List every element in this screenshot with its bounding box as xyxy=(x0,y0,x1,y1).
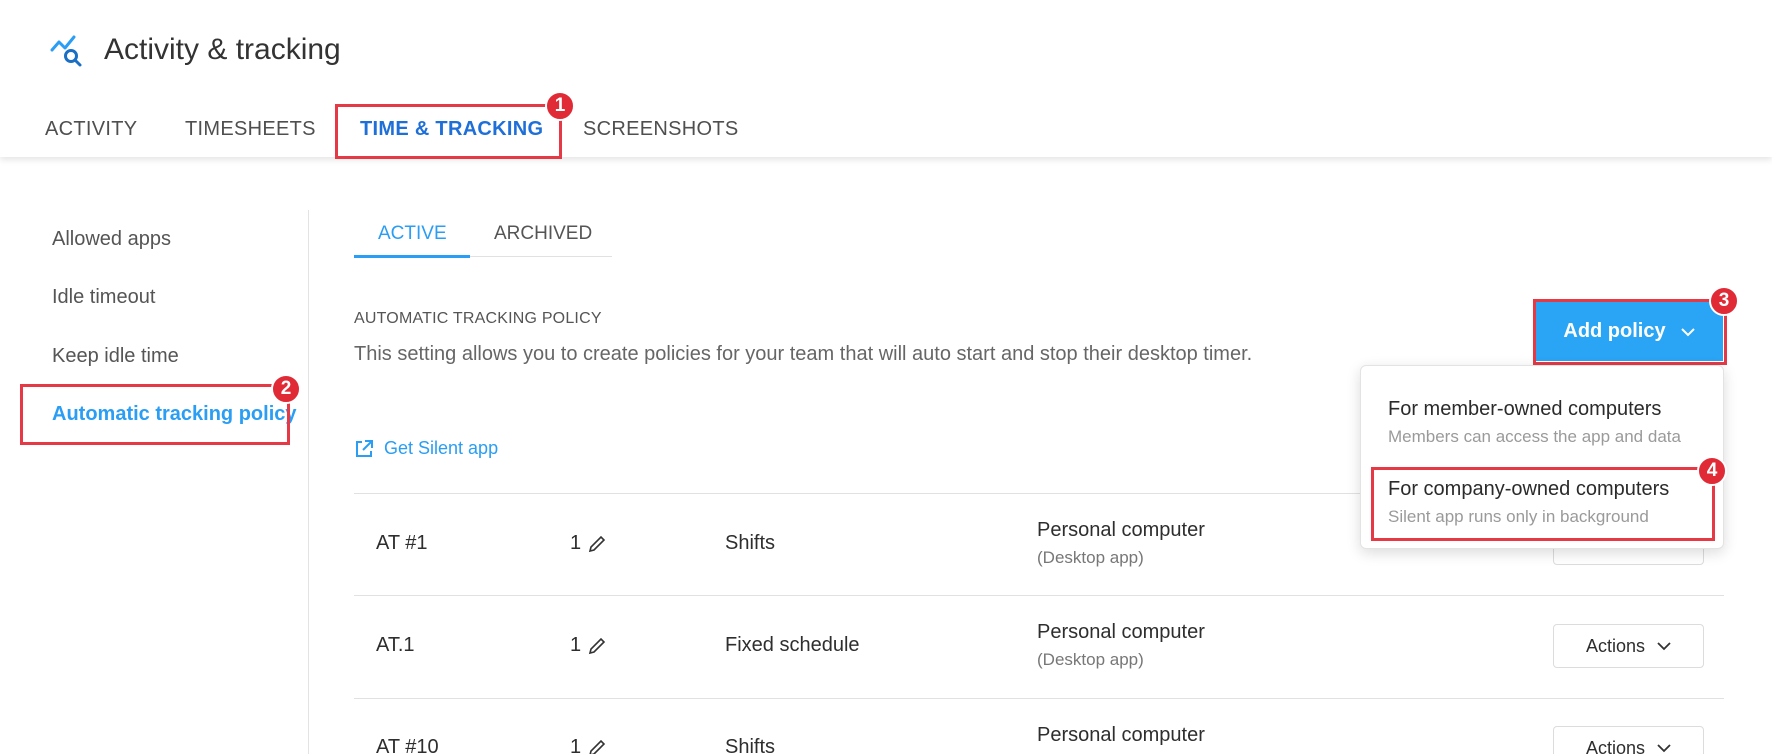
dropdown-item-subtitle: Silent app runs only in background xyxy=(1388,507,1649,526)
member-count-value: 1 xyxy=(570,532,582,554)
policy-name: AT #1 xyxy=(376,532,428,554)
member-count-value: 1 xyxy=(570,634,582,656)
section-description: This setting allows you to create polici… xyxy=(354,343,1253,365)
add-policy-button[interactable]: Add policy xyxy=(1536,302,1723,361)
get-silent-app-label: Get Silent app xyxy=(384,438,499,458)
sidebar-divider xyxy=(308,210,309,754)
page-title: Activity & tracking xyxy=(104,33,341,66)
tab-activity[interactable]: ACTIVITY xyxy=(45,118,137,141)
activity-search-icon xyxy=(50,35,82,67)
table-divider xyxy=(354,595,1724,596)
active-sub-tab-indicator xyxy=(354,255,470,258)
get-silent-app-link[interactable]: Get Silent app xyxy=(354,438,498,459)
dropdown-item-subtitle: Members can access the app and data xyxy=(1388,427,1681,446)
sidebar-item-automatic-tracking-policy[interactable]: Automatic tracking policy xyxy=(52,403,297,426)
sidebar-item-allowed-apps[interactable]: Allowed apps xyxy=(52,228,171,251)
add-policy-label: Add policy xyxy=(1563,320,1666,342)
policy-schedule: Fixed schedule xyxy=(725,634,860,656)
dropdown-item-company-owned[interactable]: For company-owned computers Silent app r… xyxy=(1388,478,1669,527)
policy-app: (Desktop app) xyxy=(1037,650,1144,669)
chevron-down-icon xyxy=(1680,327,1695,336)
table-divider xyxy=(354,698,1724,699)
pencil-icon[interactable] xyxy=(587,636,607,656)
member-count: 1 xyxy=(570,532,607,555)
annotation-badge-2: 2 xyxy=(271,374,301,404)
external-link-icon xyxy=(356,439,373,457)
pencil-icon[interactable] xyxy=(587,534,607,554)
sidebar-item-keep-idle-time[interactable]: Keep idle time xyxy=(52,345,179,368)
pencil-icon[interactable] xyxy=(587,738,607,754)
policy-app: (Desktop app) xyxy=(1037,548,1144,567)
policy-schedule: Shifts xyxy=(725,532,776,554)
member-count: 1 xyxy=(570,634,607,657)
page-header: Activity & tracking ACTIVITY TIMESHEETS … xyxy=(0,0,1772,157)
chevron-down-icon xyxy=(1657,743,1671,752)
member-count: 1 xyxy=(570,736,607,754)
policy-computer: Personal computer xyxy=(1037,724,1205,746)
sidebar-item-idle-timeout[interactable]: Idle timeout xyxy=(52,286,155,309)
policy-name: AT #10 xyxy=(376,736,439,754)
policy-computer: Personal computer xyxy=(1037,621,1205,643)
add-policy-dropdown: For member-owned computers Members can a… xyxy=(1360,365,1724,549)
dropdown-item-member-owned[interactable]: For member-owned computers Members can a… xyxy=(1388,398,1681,447)
chevron-down-icon xyxy=(1657,641,1671,650)
tab-active[interactable]: ACTIVE xyxy=(378,223,447,245)
policy-schedule: Shifts xyxy=(725,736,776,754)
tab-screenshots[interactable]: SCREENSHOTS xyxy=(583,118,739,141)
dropdown-item-title: For member-owned computers xyxy=(1388,398,1662,420)
policy-name: AT.1 xyxy=(376,634,415,656)
tab-archived[interactable]: ARCHIVED xyxy=(494,223,592,245)
actions-label: Actions xyxy=(1585,635,1646,656)
annotation-badge-4: 4 xyxy=(1697,456,1727,486)
actions-button[interactable]: Actions xyxy=(1553,624,1704,668)
section-label: AUTOMATIC TRACKING POLICY xyxy=(354,310,602,327)
annotation-badge-3: 3 xyxy=(1709,286,1739,316)
dropdown-item-title: For company-owned computers xyxy=(1388,478,1670,500)
annotation-badge-1: 1 xyxy=(545,91,575,121)
actions-label: Actions xyxy=(1585,737,1646,754)
tab-timesheets[interactable]: TIMESHEETS xyxy=(185,118,316,141)
tab-time-and-tracking[interactable]: TIME & TRACKING xyxy=(360,118,543,141)
actions-button[interactable]: Actions xyxy=(1553,726,1704,754)
member-count-value: 1 xyxy=(570,736,582,754)
policy-computer: Personal computer xyxy=(1037,519,1205,541)
